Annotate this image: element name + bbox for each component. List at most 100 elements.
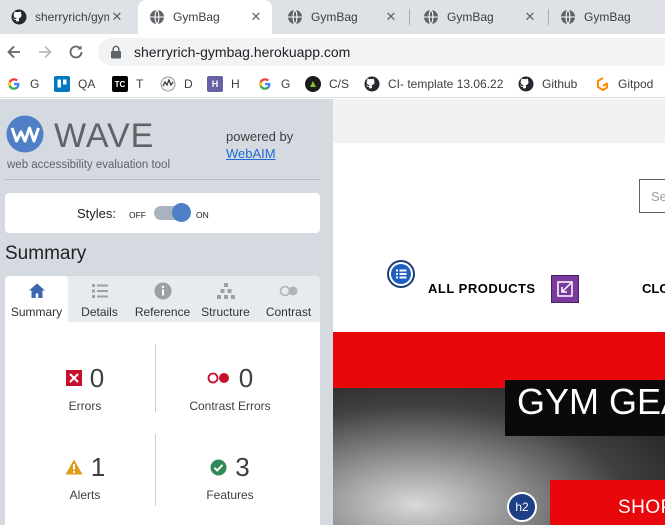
globe-icon [561, 9, 575, 25]
tab-structure[interactable]: Structure [194, 276, 257, 322]
contrast-error-icon [207, 372, 229, 384]
styles-toggle[interactable] [154, 203, 191, 222]
tab-gymbag-active[interactable]: GymBag ✕ [138, 0, 272, 34]
bookmark-item[interactable]: H H [207, 75, 240, 93]
summary-heading: Summary [5, 243, 87, 264]
alerts-count: 1 [90, 451, 106, 482]
tab-label: Contrast [265, 305, 312, 319]
globe-icon [150, 9, 164, 25]
bookmark-label: D [184, 77, 193, 91]
nav-clothing[interactable]: CLO [642, 281, 665, 296]
wave-logo-icon [6, 115, 44, 153]
tab-label: Reference [134, 305, 191, 319]
url-text: sherryrich-gymbag.herokuapp.com [134, 44, 351, 60]
bookmark-item[interactable]: TC T [112, 75, 143, 93]
wave-list-icon[interactable] [387, 260, 415, 288]
google-icon [257, 76, 273, 92]
close-icon[interactable]: ✕ [248, 9, 264, 25]
browser-toolbar: sherryrich-gymbag.herokuapp.com [0, 34, 665, 70]
summary-content: 0 Errors 0 Contrast Errors 1 Alerts 3 Fe… [5, 322, 320, 525]
back-arrow-icon[interactable] [4, 42, 24, 62]
tab-gymbag[interactable]: GymBag ✕ [412, 0, 546, 34]
errors-label: Errors [68, 399, 102, 413]
tab-summary[interactable]: Summary [5, 276, 68, 322]
lock-icon[interactable] [110, 45, 122, 59]
tab-reference[interactable]: Reference [131, 276, 194, 322]
globe-icon [288, 9, 302, 25]
info-icon [154, 282, 171, 300]
tab-label: Details [81, 305, 118, 319]
bookmark-d-icon [160, 76, 176, 92]
features-label: Features [206, 488, 254, 502]
stat-errors[interactable]: 0 Errors [10, 363, 160, 413]
bookmark-label: G [30, 77, 40, 91]
bookmark-label: Github [542, 77, 578, 91]
bookmark-item[interactable]: D [160, 75, 193, 93]
styles-toggle-panel: Styles: OFF ON [5, 193, 320, 233]
github-icon [518, 76, 534, 92]
tc-icon: TC [112, 76, 128, 92]
errors-count: 0 [89, 362, 105, 393]
tab-title: GymBag [311, 10, 358, 24]
tab-contrast[interactable]: Contrast [257, 276, 320, 322]
bookmarks-bar: G QA TC T D H H G C/S CI- template 13.06… [0, 70, 665, 98]
tab-separator [409, 9, 410, 25]
tab-details[interactable]: Details [68, 276, 131, 322]
list-icon [91, 284, 108, 298]
bookmark-label: Gitpod [618, 77, 654, 91]
structure-icon [216, 283, 235, 299]
features-count: 3 [235, 451, 250, 482]
wave-title: WAVE [54, 117, 155, 155]
bookmark-item[interactable]: CI- template 13.06.22 [364, 75, 503, 93]
reload-icon[interactable] [66, 42, 86, 62]
browser-tab-strip: sherryrich/gymbag ✕ GymBag ✕ GymBag ✕ Gy… [0, 0, 665, 34]
toggle-on-label: ON [196, 210, 209, 220]
close-icon[interactable]: ✕ [522, 9, 538, 25]
gitpod-icon [594, 76, 610, 92]
tab-gymbag[interactable]: GymBag [549, 0, 665, 34]
list-badge [391, 264, 411, 284]
toggle-knob[interactable] [172, 203, 191, 222]
h2-badge-icon[interactable]: h2 [507, 492, 537, 522]
bookmark-label: H [231, 77, 240, 91]
tab-github-gymbag[interactable]: sherryrich/gymbag ✕ [0, 0, 133, 34]
contrast-errors-count: 0 [238, 362, 254, 393]
cs-icon [305, 76, 321, 92]
nav-all-products[interactable]: ALL PRODUCTS [428, 281, 536, 296]
bookmark-label: CI- template 13.06.22 [388, 77, 504, 91]
styles-label: Styles: [77, 206, 117, 221]
address-bar[interactable]: sherryrich-gymbag.herokuapp.com [98, 38, 665, 66]
forward-arrow-icon[interactable] [35, 42, 55, 62]
bookmark-item[interactable]: Gitpod [594, 75, 653, 93]
webaim-link[interactable]: WebAIM [226, 146, 276, 161]
stat-features[interactable]: 3 Features [155, 451, 305, 503]
divider [5, 179, 320, 180]
bookmark-label: C/S [329, 77, 350, 91]
tab-title: GymBag [447, 10, 494, 24]
shop-button-label: SHOP [618, 497, 665, 518]
toggle-off-label: OFF [129, 210, 146, 220]
close-icon[interactable]: ✕ [109, 9, 125, 25]
stat-alerts[interactable]: 1 Alerts [10, 452, 160, 502]
close-icon[interactable]: ✕ [383, 9, 399, 25]
wave-subtitle: web accessibility evaluation tool [7, 159, 171, 171]
powered-by-text: powered by [226, 129, 294, 144]
contrast-errors-label: Contrast Errors [189, 399, 271, 413]
bookmark-item[interactable]: C/S [305, 75, 349, 93]
bookmark-item[interactable]: QA [54, 75, 95, 93]
bookmark-item[interactable]: Github [518, 75, 577, 93]
wave-sidebar: WAVE web accessibility evaluation tool p… [0, 99, 333, 525]
stat-contrast-errors[interactable]: 0 Contrast Errors [155, 362, 305, 414]
hero-title: GYM GEA [517, 381, 665, 422]
alerts-label: Alerts [69, 488, 101, 502]
heroku-icon: H [207, 76, 223, 92]
dropdown-arrow-icon[interactable] [551, 275, 579, 303]
tab-gymbag[interactable]: GymBag ✕ [276, 0, 407, 34]
bookmark-label: QA [78, 77, 96, 91]
bookmark-label: T [136, 77, 144, 91]
bookmark-item[interactable]: G [257, 75, 290, 93]
home-icon [28, 283, 45, 298]
search-input[interactable]: Se [639, 179, 665, 213]
bookmark-item[interactable]: G [6, 75, 39, 93]
tab-label: Summary [10, 305, 63, 319]
